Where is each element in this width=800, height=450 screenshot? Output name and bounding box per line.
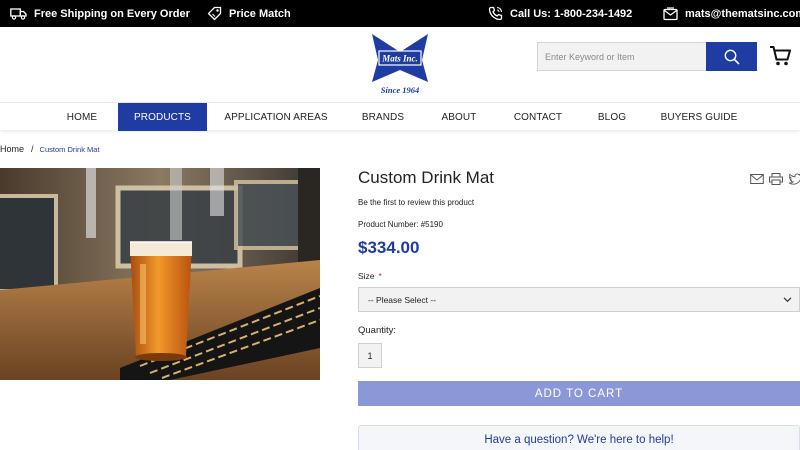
free-shipping-item[interactable]: Free Shipping on Every Order	[10, 0, 190, 27]
cart-button[interactable]	[769, 45, 791, 67]
email-item[interactable]: mats@themat​sinc.com	[663, 0, 800, 27]
product-title: Custom Drink Mat	[358, 168, 495, 187]
share-icons	[750, 172, 800, 185]
svg-text:Mats Inc.: Mats Inc.	[381, 54, 418, 64]
email-label: mats@themat​sinc.com	[685, 7, 800, 20]
free-shipping-label: Free Shipping on Every Order	[34, 7, 190, 20]
nav-item-buyers-guide[interactable]: BUYERS GUIDE	[655, 103, 743, 131]
tag-icon	[207, 6, 222, 21]
mail-icon	[663, 6, 678, 20]
breadcrumb-current: Custom Drink Mat	[39, 144, 100, 154]
breadcrumb-home-link[interactable]: Home	[0, 144, 24, 154]
quantity-label: Quantity:	[358, 325, 397, 336]
nav-item-contact[interactable]: CONTACT	[505, 103, 571, 131]
cart-icon	[770, 46, 791, 66]
print-icon[interactable]	[769, 172, 783, 185]
nav-item-brands[interactable]: BRANDS	[350, 103, 416, 131]
size-label: Size *	[358, 271, 382, 281]
nav-item-about[interactable]: ABOUT	[432, 103, 486, 131]
add-to-cart-button[interactable]: ADD TO CART	[358, 381, 800, 406]
search-bar	[537, 42, 757, 71]
required-marker: *	[378, 271, 382, 281]
size-select[interactable]: -- Please Select --	[358, 287, 800, 312]
search-input[interactable]	[537, 42, 706, 71]
review-link[interactable]: Be the first to review this product	[358, 198, 474, 207]
phone-item[interactable]: Call Us: 1-800-234-1492	[488, 0, 632, 27]
price-match-item[interactable]: Price Match	[207, 0, 291, 27]
phone-label: Call Us: 1-800-234-1492	[510, 7, 633, 20]
truck-icon	[10, 7, 27, 20]
breadcrumb-separator: /	[31, 144, 34, 154]
main-nav: HOME PRODUCTS APPLICATION AREAS BRANDS A…	[0, 102, 800, 131]
help-link[interactable]: Have a question? We're here to help!	[359, 434, 799, 446]
chevron-down-icon	[783, 297, 792, 303]
price-match-label: Price Match	[229, 7, 291, 20]
search-icon	[724, 49, 739, 64]
nav-item-products[interactable]: PRODUCTS	[118, 103, 207, 131]
help-box: Have a question? We're here to help!	[358, 425, 800, 450]
search-button[interactable]	[706, 42, 757, 71]
drink-mat-photo	[0, 168, 320, 380]
site-logo[interactable]: Mats Inc. Since 1964	[370, 32, 430, 96]
product-number: Product Number: #5190	[358, 220, 443, 229]
size-label-text: Size	[358, 271, 375, 281]
twitter-icon[interactable]	[788, 172, 800, 185]
nav-item-application-areas[interactable]: APPLICATION AREAS	[220, 103, 332, 131]
svg-text:Since 1964: Since 1964	[381, 85, 420, 95]
email-icon[interactable]	[750, 172, 764, 184]
nav-item-blog[interactable]: BLOG	[589, 103, 635, 131]
nav-item-home[interactable]: HOME	[54, 103, 110, 131]
product-price: $334.00	[358, 238, 420, 257]
breadcrumb: Home / Custom Drink Mat	[0, 143, 100, 155]
top-info-bar: Free Shipping on Every Order Price Match…	[0, 0, 800, 27]
mats-inc-logo: Mats Inc. Since 1964	[372, 34, 428, 95]
product-image[interactable]	[0, 168, 320, 380]
phone-icon	[488, 6, 503, 21]
size-select-value: -- Please Select --	[368, 294, 437, 305]
quantity-input[interactable]	[358, 343, 382, 368]
